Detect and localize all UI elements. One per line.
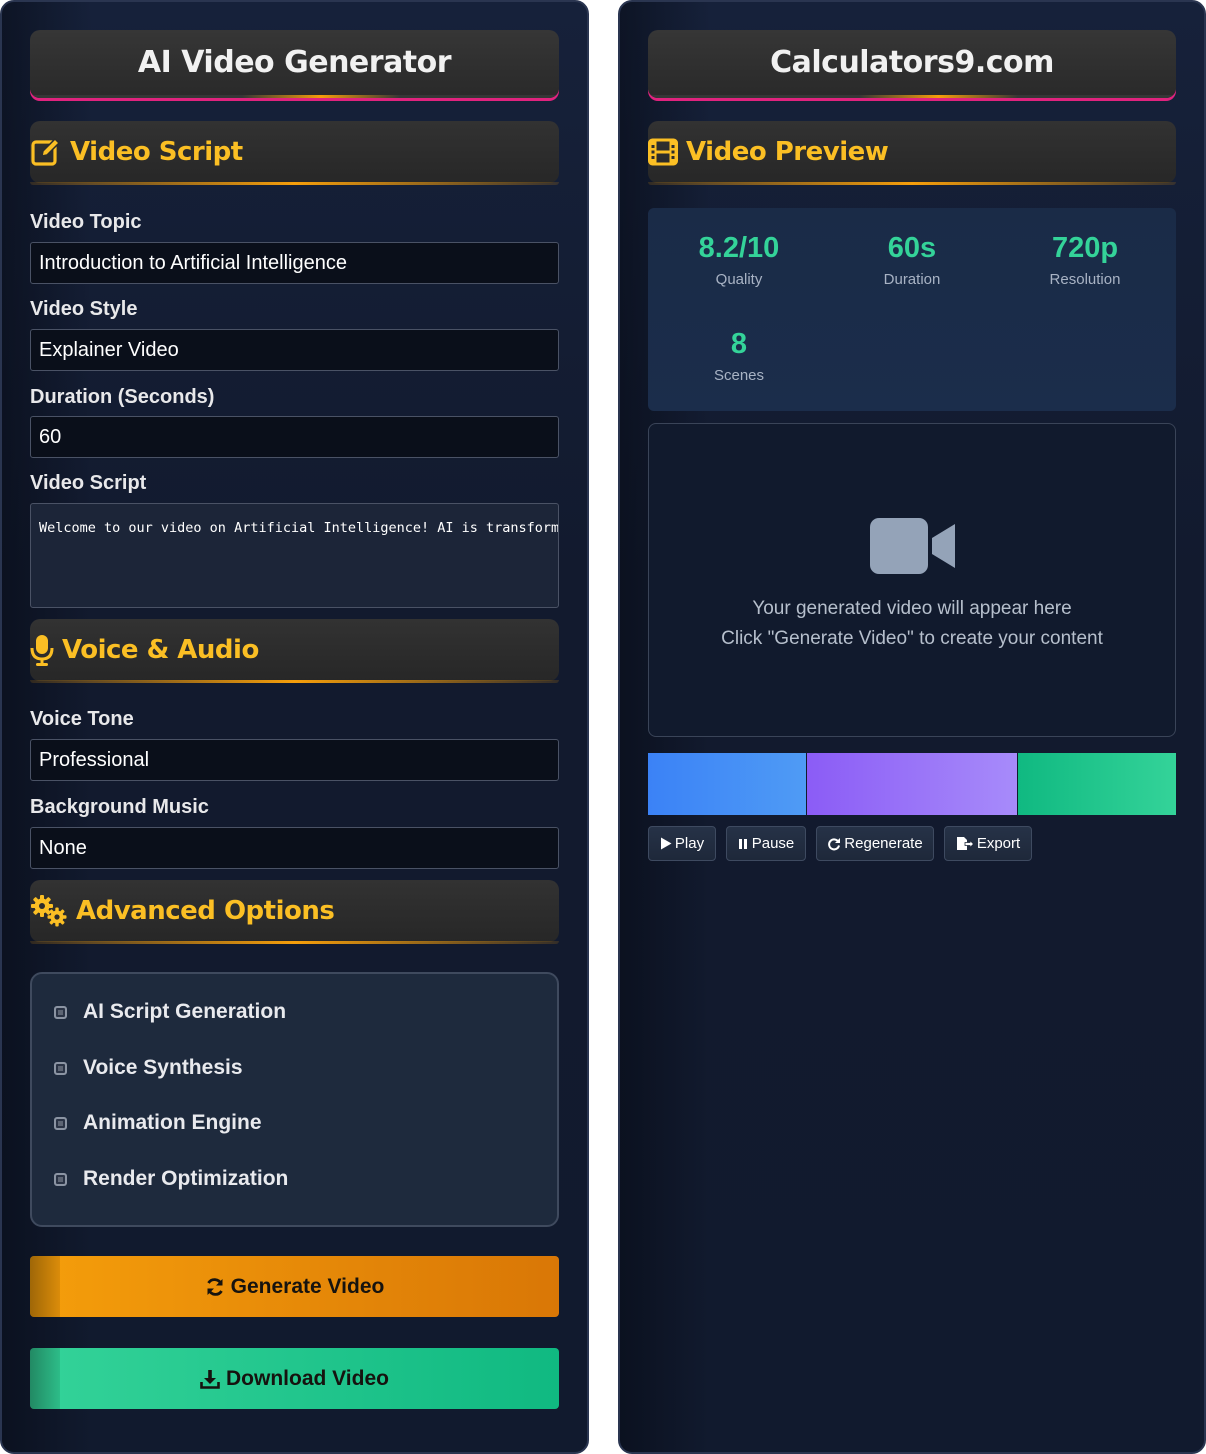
download-video-button[interactable]: Download Video	[30, 1348, 559, 1409]
section-title: Advanced Options	[76, 896, 335, 926]
section-title: Voice & Audio	[62, 635, 259, 665]
background-music-label: Background Music	[30, 796, 209, 818]
refresh-icon	[205, 1277, 225, 1297]
site-title-bar: Calculators9.com	[648, 30, 1176, 98]
film-icon	[648, 138, 678, 166]
duration-input[interactable]: 60	[30, 416, 559, 458]
file-export-icon	[956, 836, 974, 851]
download-icon	[200, 1369, 220, 1389]
section-title: Video Script	[70, 137, 243, 167]
timeline-segment-3[interactable]	[1018, 753, 1176, 815]
voice-audio-section-header: Voice & Audio	[30, 619, 559, 683]
option-label: AI Script Generation	[83, 1000, 287, 1023]
site-title: Calculators9.com	[770, 45, 1054, 80]
pause-label: Pause	[751, 835, 795, 852]
stat-label: Quality	[715, 271, 763, 288]
style-select[interactable]: Explainer Video	[30, 329, 559, 371]
option-render-optimization[interactable]: Render Optimization	[54, 1167, 288, 1191]
duration-label: Duration (Seconds)	[30, 386, 215, 408]
redo-icon	[827, 837, 841, 851]
script-textarea[interactable]: Welcome to our video on Artificial Intel…	[30, 503, 559, 608]
option-label: Render Optimization	[83, 1167, 289, 1190]
stat-value: 8	[730, 328, 748, 360]
stat-value: 60s	[887, 232, 937, 264]
advanced-options-section-header: Advanced Options	[30, 880, 559, 944]
stat-resolution: 720p Resolution	[1005, 232, 1165, 288]
export-button[interactable]: Export	[944, 826, 1032, 861]
preview-message: Your generated video will appear here	[752, 598, 1072, 619]
option-label: Animation Engine	[83, 1111, 262, 1134]
section-title: Video Preview	[686, 137, 889, 167]
stat-value: 8.2/10	[698, 232, 780, 264]
stat-label: Duration	[883, 271, 941, 288]
stats-panel: 8.2/10 Quality 60s Duration 720p Resolut…	[648, 208, 1176, 411]
advanced-options-box: AI Script Generation Voice Synthesis Ani…	[30, 972, 559, 1227]
generator-title-bar: AI Video Generator	[30, 30, 559, 98]
pause-button[interactable]: Pause	[726, 826, 806, 861]
background-music-select[interactable]: None	[30, 827, 559, 869]
stat-label: Scenes	[713, 367, 765, 384]
checkbox[interactable]	[54, 1172, 67, 1186]
video-preview-section-header: Video Preview	[648, 121, 1176, 185]
regenerate-label: Regenerate	[844, 835, 923, 852]
stat-label: Resolution	[1049, 271, 1121, 288]
regenerate-button[interactable]: Regenerate	[816, 826, 934, 861]
topic-label: Video Topic	[30, 211, 142, 233]
voice-tone-label: Voice Tone	[30, 708, 134, 730]
play-label: Play	[674, 835, 705, 852]
pause-icon	[738, 838, 749, 850]
gears-icon	[30, 894, 68, 928]
option-label: Voice Synthesis	[83, 1056, 243, 1079]
option-voice-synthesis[interactable]: Voice Synthesis	[54, 1056, 243, 1080]
checkbox[interactable]	[54, 1061, 67, 1075]
topic-input[interactable]: Introduction to Artificial Intelligence	[30, 242, 559, 284]
timeline-segment-2[interactable]	[807, 753, 1017, 815]
preview-hint: Click "Generate Video" to create your co…	[721, 628, 1103, 649]
microphone-icon	[30, 634, 54, 666]
stat-quality: 8.2/10 Quality	[659, 232, 819, 288]
option-animation-engine[interactable]: Animation Engine	[54, 1111, 262, 1135]
option-ai-script-generation[interactable]: AI Script Generation	[54, 1000, 286, 1024]
video-camera-icon	[869, 516, 957, 581]
stat-scenes: 8 Scenes	[659, 328, 819, 384]
play-button[interactable]: Play	[648, 826, 716, 861]
video-script-section-header: Video Script	[30, 121, 559, 185]
download-video-label: Download Video	[226, 1366, 389, 1390]
edit-icon	[30, 136, 62, 168]
video-preview-area: Your generated video will appear here Cl…	[648, 423, 1176, 737]
export-label: Export	[976, 835, 1021, 852]
generate-video-label: Generate Video	[230, 1274, 385, 1298]
stat-value: 720p	[1051, 232, 1119, 264]
play-icon	[660, 837, 672, 850]
checkbox[interactable]	[54, 1116, 67, 1130]
style-label: Video Style	[30, 298, 138, 320]
stat-duration: 60s Duration	[832, 232, 992, 288]
script-label: Video Script	[30, 472, 147, 494]
voice-tone-select[interactable]: Professional	[30, 739, 559, 781]
timeline-segment-1[interactable]	[648, 753, 806, 815]
generate-video-button[interactable]: Generate Video	[30, 1256, 559, 1317]
page-title: AI Video Generator	[137, 45, 452, 80]
checkbox[interactable]	[54, 1005, 67, 1019]
